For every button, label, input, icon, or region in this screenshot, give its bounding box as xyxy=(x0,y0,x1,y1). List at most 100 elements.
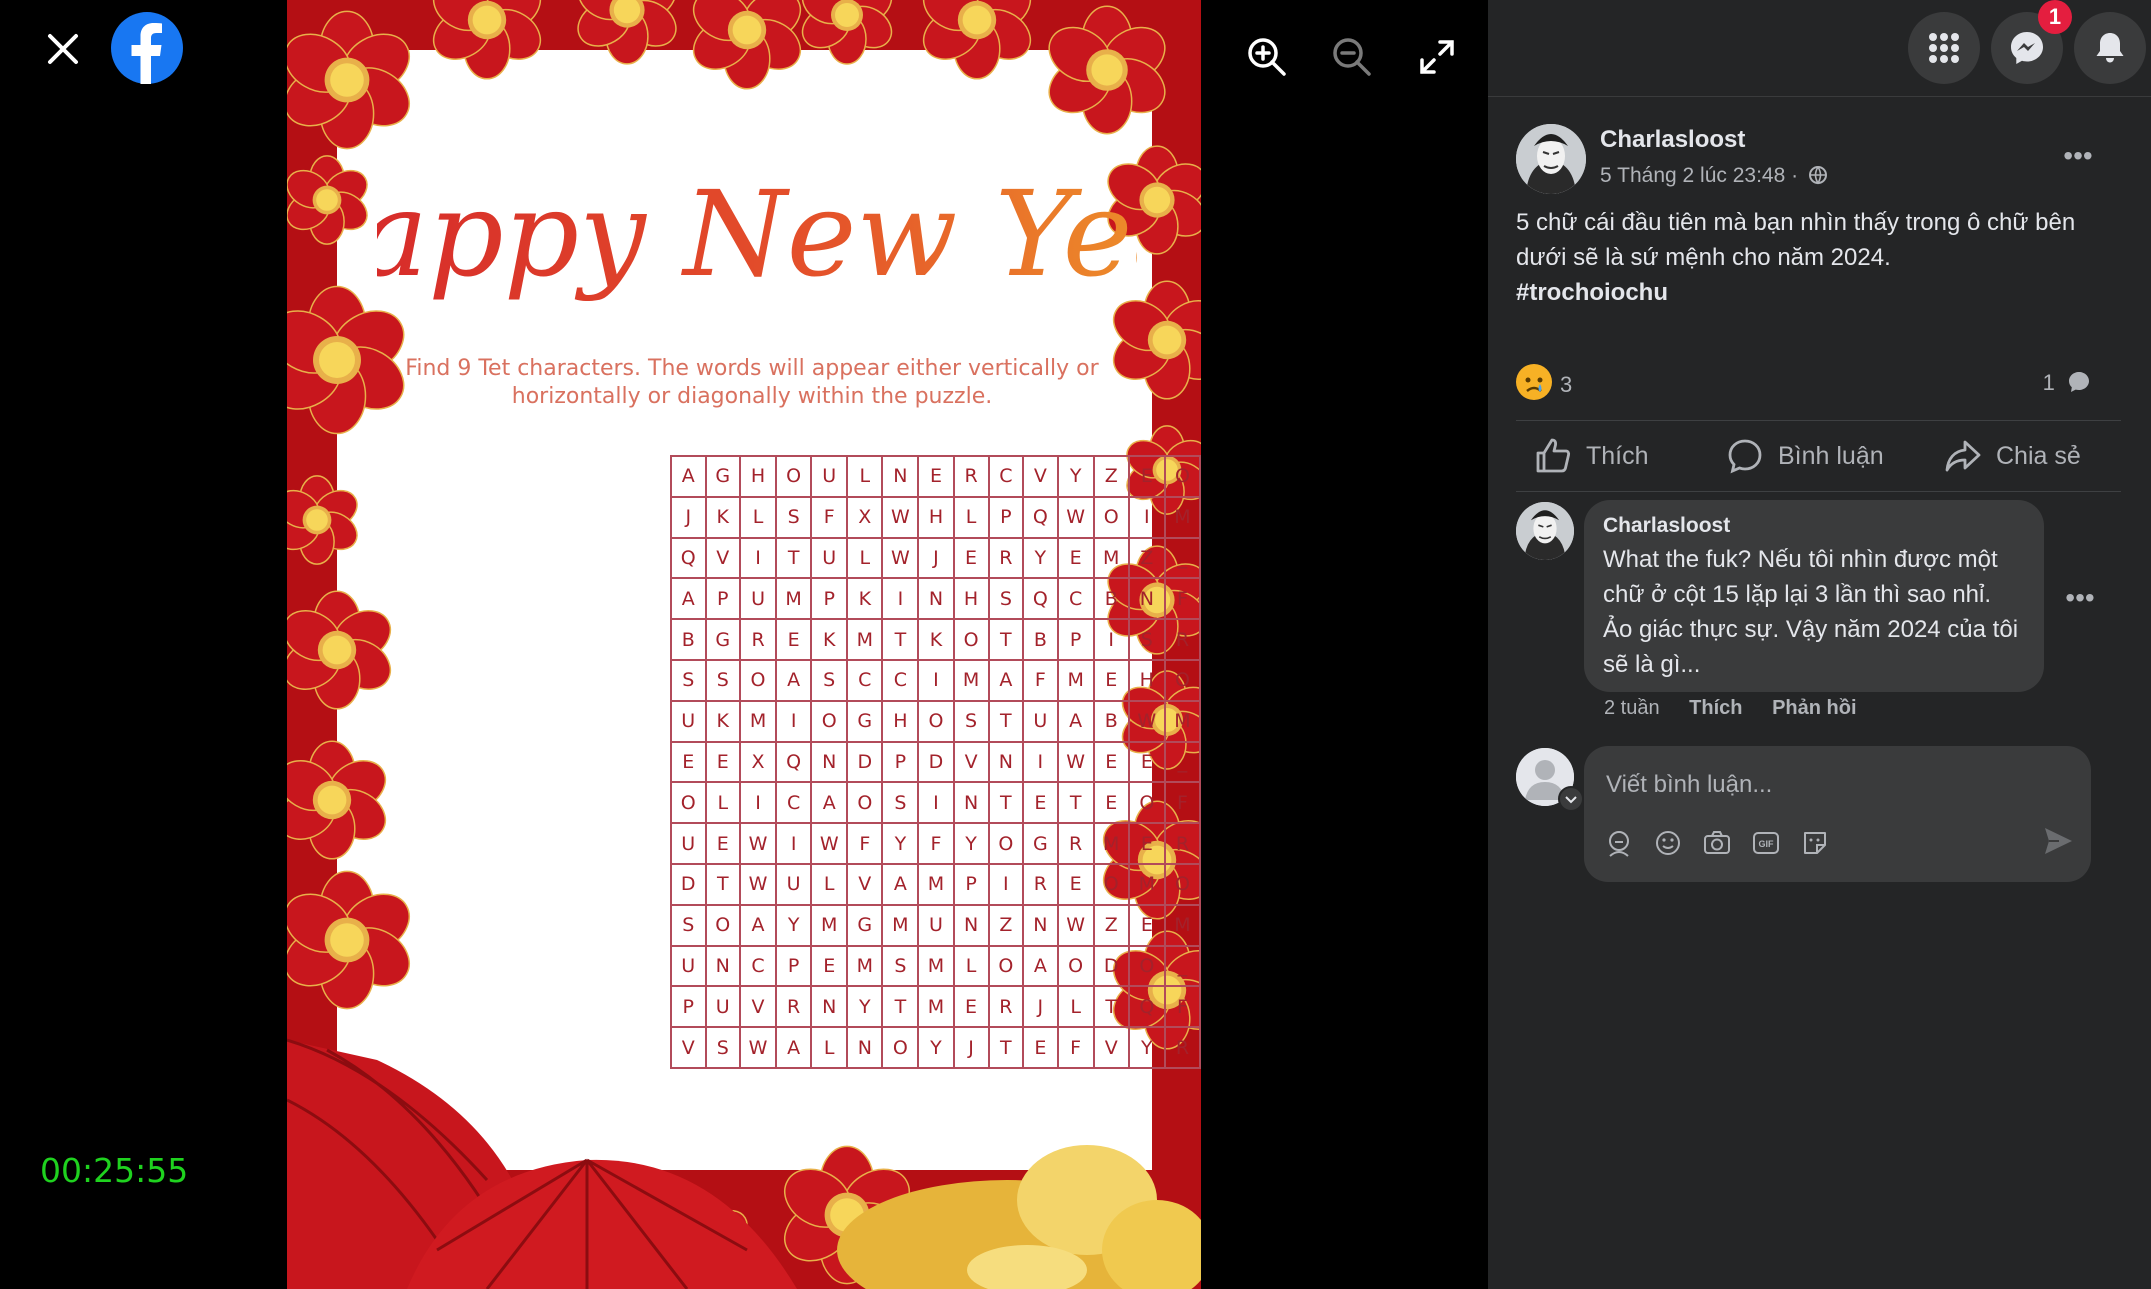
grid-cell: Z xyxy=(1127,536,1166,580)
grid-cell: R xyxy=(1056,822,1095,865)
close-icon[interactable] xyxy=(38,24,88,74)
post-timestamp[interactable]: 5 Tháng 2 lúc 23:48 · xyxy=(1600,164,1828,188)
messenger-badge: 1 xyxy=(2038,0,2072,34)
grid-cell: B xyxy=(1092,699,1130,743)
facebook-logo-icon[interactable] xyxy=(111,12,183,84)
grid-cell: D xyxy=(846,740,884,784)
grid-cell: R xyxy=(1163,1026,1201,1069)
comment-button[interactable]: Bình luận xyxy=(1726,433,1906,479)
grid-cell: F xyxy=(1022,658,1059,702)
photo-viewer: 00:25:55 Happy New Year Find 9 Tet xyxy=(0,0,1488,1289)
grid-cell: E xyxy=(810,944,849,988)
grid-cell: _ xyxy=(1163,944,1201,988)
grid-cell: C xyxy=(1056,577,1095,621)
grid-cell: O xyxy=(987,822,1025,865)
grid-cell: A xyxy=(987,658,1025,702)
post-author-name[interactable]: Charlasloost xyxy=(1600,126,1745,154)
notifications-button[interactable] xyxy=(2074,12,2146,84)
grid-cell: R xyxy=(987,985,1025,1029)
grid-cell: P xyxy=(881,740,920,784)
grid-cell: O xyxy=(1127,944,1166,988)
send-icon[interactable] xyxy=(2041,824,2075,858)
grid-cell: B xyxy=(1022,618,1059,661)
grid-cell: U xyxy=(670,944,707,988)
grid-cell: I xyxy=(1022,740,1059,784)
comment-time[interactable]: 2 tuần xyxy=(1604,697,1660,719)
grid-cell: H xyxy=(881,699,920,743)
grid-cell: L xyxy=(810,862,849,906)
comment-like-link[interactable]: Thích xyxy=(1689,697,1742,719)
camera-icon[interactable] xyxy=(1702,828,1732,858)
emoji-icon[interactable] xyxy=(1653,828,1683,858)
grid-cell: E xyxy=(1092,658,1130,702)
comment-bubble: Charlasloost What the fuk? Nếu tôi nhìn … xyxy=(1584,500,2044,692)
menu-grid-icon xyxy=(1929,33,1959,63)
zoom-out-icon[interactable] xyxy=(1325,30,1379,84)
share-button[interactable]: Chia sẻ xyxy=(1944,433,2114,479)
flower-icon xyxy=(287,590,392,710)
comment-count[interactable]: 1 xyxy=(2043,370,2091,396)
gif-icon[interactable]: GIF xyxy=(1751,828,1781,858)
comment-input[interactable] xyxy=(1604,764,2068,806)
like-label: Thích xyxy=(1586,442,1649,470)
grid-cell: U xyxy=(810,536,849,580)
comment-more-options-icon[interactable]: ••• xyxy=(2058,582,2102,613)
menu-grid-button[interactable] xyxy=(1908,12,1980,84)
word-search-grid: AGHOULNERCVYZEOJKLSFXWHLPQWOIMQVITULWJER… xyxy=(670,455,1201,1069)
post-hashtag-link[interactable]: #trochoiochu xyxy=(1516,279,1668,306)
grid-cell: P xyxy=(704,577,741,621)
grid-cell: D xyxy=(917,740,955,784)
grid-cell: E xyxy=(775,618,813,661)
grid-cell: N xyxy=(952,903,990,947)
grid-cell: X xyxy=(846,495,884,539)
flower-icon xyxy=(432,0,542,80)
chevron-down-icon[interactable] xyxy=(1558,786,1584,812)
puzzle-instructions: Find 9 Tet characters. The words will ap… xyxy=(405,356,1099,409)
like-button[interactable]: Thích xyxy=(1534,433,1684,479)
grid-cell: T xyxy=(775,536,813,580)
comment-reply-link[interactable]: Phản hồi xyxy=(1772,697,1856,719)
post-more-options-icon[interactable]: ••• xyxy=(2056,140,2100,171)
grid-cell: E xyxy=(952,985,990,1029)
author-avatar[interactable] xyxy=(1516,124,1586,194)
grid-cell: O xyxy=(1092,495,1130,539)
comment-author-name[interactable]: Charlasloost xyxy=(1603,514,1730,538)
comment-text: What the fuk? Nếu tôi nhìn được một chữ … xyxy=(1603,546,2019,678)
grid-row: AGHOULNERCVYZEO xyxy=(670,455,1201,498)
grid-cell: H xyxy=(917,495,955,539)
grid-cell: S xyxy=(952,699,990,743)
grid-cell: M xyxy=(1163,699,1201,743)
grid-cell: C xyxy=(987,455,1025,498)
grid-cell: E xyxy=(952,536,990,580)
zoom-in-icon[interactable] xyxy=(1240,30,1294,84)
grid-cell: Q xyxy=(670,536,707,580)
flower-icon xyxy=(922,0,1032,80)
grid-row: UEWIWFYFYOGRMER xyxy=(670,822,1201,865)
reaction-summary[interactable]: 3 1 xyxy=(1516,364,2121,404)
grid-cell: A xyxy=(1056,699,1095,743)
grid-cell: O xyxy=(1163,862,1201,906)
poster-title-text: Happy New Year xyxy=(377,165,1137,303)
fullscreen-icon[interactable] xyxy=(1410,30,1464,84)
comment-icon xyxy=(1728,439,1762,474)
grid-cell: O xyxy=(846,781,884,825)
grid-cell: R xyxy=(987,536,1025,580)
grid-cell: Q xyxy=(1022,577,1059,621)
grid-cell: E xyxy=(1127,455,1166,498)
grid-cell: G xyxy=(846,699,884,743)
grid-cell: P xyxy=(775,944,813,988)
grid-cell: S xyxy=(670,903,707,947)
grid-cell: P xyxy=(952,862,990,906)
grid-cell: U xyxy=(810,455,849,498)
grid-cell: L xyxy=(738,495,778,539)
svg-text:GIF: GIF xyxy=(1759,839,1775,849)
comment-meta: 2 tuần Thích Phản hồi xyxy=(1604,697,1881,720)
commenter-avatar[interactable] xyxy=(1516,502,1574,560)
sticker-icon[interactable] xyxy=(1800,828,1830,858)
grid-cell: U xyxy=(1022,699,1059,743)
grid-cell: _ xyxy=(1163,536,1201,580)
grid-cell: O xyxy=(881,1026,920,1069)
globe-icon xyxy=(1808,166,1827,185)
avatar-sticker-icon[interactable] xyxy=(1604,828,1634,858)
grid-cell: N xyxy=(881,455,920,498)
